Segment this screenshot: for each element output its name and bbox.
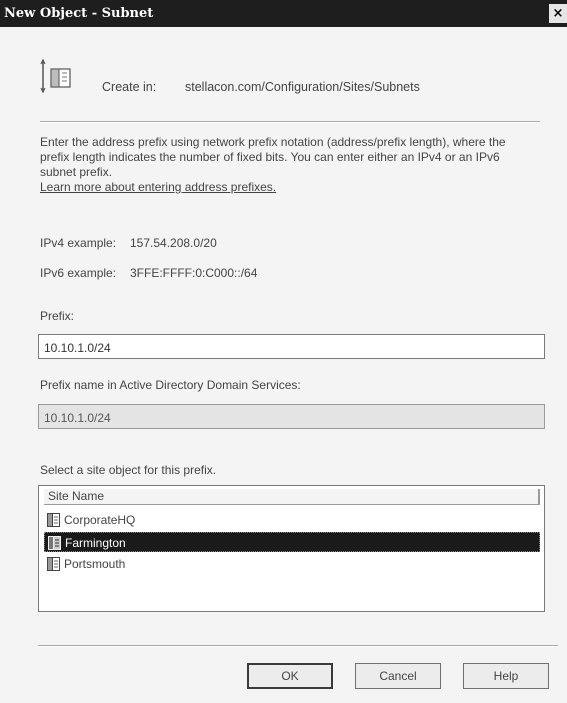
description-text: Enter the address prefix using network p… [40, 135, 506, 179]
site-item-farmington[interactable]: Farmington [44, 532, 540, 552]
footer-divider [38, 645, 558, 647]
site-select-label: Select a site object for this prefix. [40, 463, 217, 477]
new-subnet-dialog: New Object - Subnet × Create in: stellac… [0, 0, 567, 703]
site-icon [47, 557, 60, 571]
site-item-portsmouth[interactable]: Portsmouth [44, 554, 540, 574]
site-listbox[interactable]: Site Name CorporateHQ Farmington Portsmo… [38, 485, 545, 612]
prefix-name-field: 10.10.1.0/24 [38, 404, 545, 429]
ipv6-example-label: IPv6 example: [40, 266, 117, 280]
site-icon [47, 513, 60, 527]
ok-button[interactable]: OK [247, 663, 333, 689]
site-item-corporatehq[interactable]: CorporateHQ [44, 510, 540, 530]
site-name-column-header[interactable]: Site Name [44, 489, 540, 505]
ipv4-example-label: IPv4 example: [40, 236, 117, 250]
cancel-button[interactable]: Cancel [355, 663, 441, 689]
help-button[interactable]: Help [463, 663, 549, 689]
create-in-label: Create in: [102, 80, 157, 94]
create-in-path: stellacon.com/Configuration/Sites/Subnet… [185, 80, 420, 94]
site-item-label: Portsmouth [64, 557, 126, 571]
ipv4-example-value: 157.54.208.0/20 [130, 236, 217, 250]
site-item-label: CorporateHQ [64, 513, 136, 527]
prefix-name-label: Prefix name in Active Directory Domain S… [40, 378, 301, 392]
description: Enter the address prefix using network p… [40, 135, 510, 195]
header-divider [40, 121, 540, 123]
folder-icon [40, 58, 71, 94]
site-item-label: Farmington [65, 536, 126, 550]
prefix-input[interactable]: 10.10.1.0/24 [38, 334, 545, 359]
ipv6-example-value: 3FFE:FFFF:0:C000::/64 [130, 266, 258, 280]
title-bar[interactable]: New Object - Subnet × [0, 0, 567, 27]
learn-more-link[interactable]: Learn more about entering address prefix… [40, 180, 276, 194]
prefix-label: Prefix: [40, 309, 75, 323]
close-button[interactable]: × [549, 4, 567, 23]
site-icon [48, 536, 61, 550]
window-title: New Object - Subnet [4, 6, 154, 21]
